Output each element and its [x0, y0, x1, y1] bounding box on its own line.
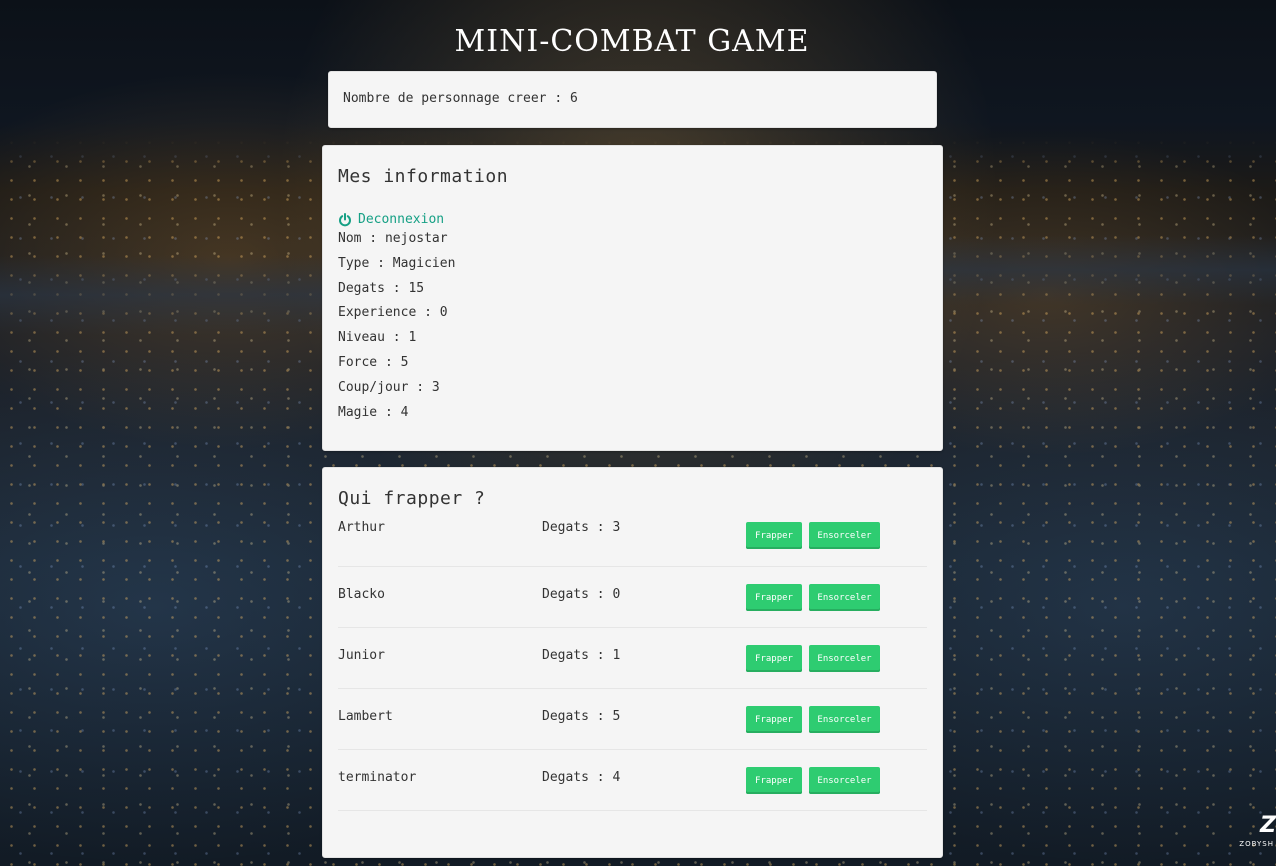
frapper-button[interactable]: Frapper	[746, 706, 802, 733]
ensorceler-button[interactable]: Ensorceler	[809, 522, 880, 549]
target-list: Arthur Degats : 3 Frapper Ensorceler Bla…	[338, 520, 927, 811]
frapper-button[interactable]: Frapper	[746, 584, 802, 611]
target-degats: Degats : 3	[542, 520, 621, 535]
ensorceler-button[interactable]: Ensorceler	[809, 706, 880, 733]
target-degats: Degats : 5	[542, 709, 621, 724]
stat-magie: Magie : 4	[338, 404, 409, 420]
watermark-logo: Z ZOBYSH	[1239, 813, 1276, 848]
target-panel: Qui frapper ? Arthur Degats : 3 Frapper …	[322, 467, 943, 858]
target-row-arthur: Arthur Degats : 3 Frapper Ensorceler	[338, 520, 927, 567]
character-count-panel: Nombre de personnage creer : 6	[328, 71, 937, 128]
stat-degats: Degats : 15	[338, 280, 425, 296]
target-name: Blacko	[338, 587, 385, 602]
watermark-mark: Z	[1260, 813, 1276, 838]
stat-coup-jour: Coup/jour : 3	[338, 379, 440, 395]
target-degats: Degats : 1	[542, 648, 621, 663]
background-river-left	[0, 255, 330, 335]
target-name: Lambert	[338, 709, 393, 724]
stat-type: Type : Magicien	[338, 255, 456, 271]
character-count-text: Nombre de personnage creer : 6	[343, 91, 578, 106]
target-row-blacko: Blacko Degats : 0 Frapper Ensorceler	[338, 567, 927, 628]
stat-experience: Experience : 0	[338, 305, 448, 321]
frapper-button[interactable]: Frapper	[746, 522, 802, 549]
frapper-button[interactable]: Frapper	[746, 645, 802, 672]
ensorceler-button[interactable]: Ensorceler	[809, 645, 880, 672]
target-name: terminator	[338, 770, 417, 785]
frapper-button[interactable]: Frapper	[746, 767, 802, 794]
stat-niveau: Niveau : 1	[338, 330, 417, 346]
background-river-right	[936, 235, 1276, 305]
target-degats: Degats : 0	[542, 587, 621, 602]
ensorceler-button[interactable]: Ensorceler	[809, 767, 880, 794]
target-degats: Degats : 4	[542, 770, 621, 785]
logout-label[interactable]: Deconnexion	[358, 212, 444, 227]
my-info-heading: Mes information	[338, 166, 509, 187]
target-row-junior: Junior Degats : 1 Frapper Ensorceler	[338, 628, 927, 689]
target-name: Arthur	[338, 520, 385, 535]
target-name: Junior	[338, 648, 385, 663]
target-row-lambert: Lambert Degats : 5 Frapper Ensorceler	[338, 689, 927, 750]
my-info-panel: Mes information Deconnexion Nom : nejost…	[322, 145, 943, 451]
logout-link[interactable]: Deconnexion	[338, 212, 927, 227]
target-row-terminator: terminator Degats : 4 Frapper Ensorceler	[338, 750, 927, 811]
stat-force: Force : 5	[338, 354, 409, 370]
stat-nom: Nom : nejostar	[338, 231, 448, 246]
watermark-sub: ZOBYSH	[1239, 840, 1274, 848]
ensorceler-button[interactable]: Ensorceler	[809, 584, 880, 611]
page-title: MINI-COMBAT GAME	[454, 24, 810, 59]
target-heading: Qui frapper ?	[338, 488, 486, 509]
power-icon	[339, 212, 351, 226]
